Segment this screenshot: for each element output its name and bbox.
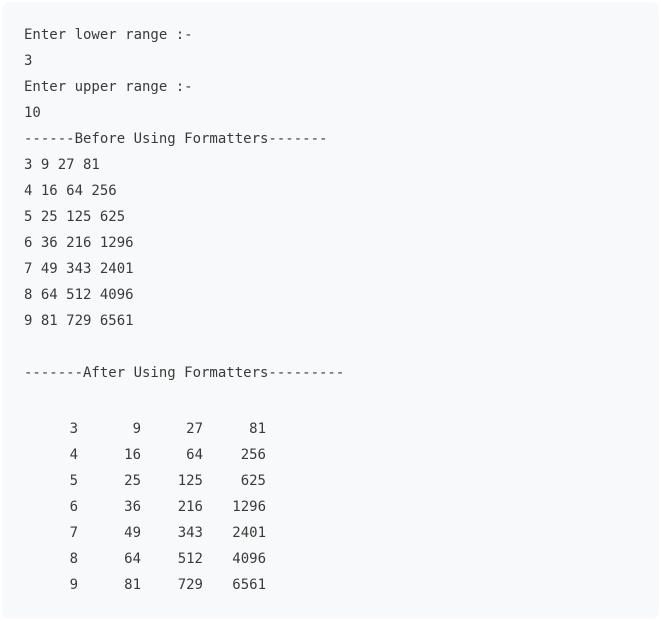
cell-cube: 512 bbox=[177, 551, 203, 567]
after-row: 5 25 125 625 bbox=[24, 468, 659, 494]
cell-n: 3 bbox=[69, 421, 78, 437]
cell-cube: 343 bbox=[177, 525, 203, 541]
cell-square: 16 bbox=[124, 447, 141, 463]
lower-range-value: 3 bbox=[24, 53, 33, 69]
before-row: 3 9 27 81 bbox=[24, 157, 100, 173]
cell-fourth-power: 2401 bbox=[232, 525, 266, 541]
cell-n: 6 bbox=[69, 499, 78, 515]
after-row: 6 36 216 1296 bbox=[24, 494, 659, 520]
before-row: 5 25 125 625 bbox=[24, 209, 126, 225]
cell-cube: 27 bbox=[186, 421, 203, 437]
prompt-upper-range: Enter upper range :- bbox=[24, 79, 193, 95]
prompt-lower-range: Enter lower range :- bbox=[24, 27, 193, 43]
console-output-block: Enter lower range :- 3 Enter upper range… bbox=[2, 2, 659, 619]
cell-fourth-power: 256 bbox=[240, 447, 266, 463]
cell-square: 25 bbox=[124, 473, 141, 489]
before-row: 7 49 343 2401 bbox=[24, 261, 134, 277]
after-row: 9 81 729 6561 bbox=[24, 572, 659, 598]
cell-fourth-power: 1296 bbox=[232, 499, 266, 515]
cell-square: 36 bbox=[124, 499, 141, 515]
cell-n: 5 bbox=[69, 473, 78, 489]
cell-square: 64 bbox=[124, 551, 141, 567]
cell-n: 8 bbox=[69, 551, 78, 567]
cell-cube: 216 bbox=[177, 499, 203, 515]
cell-square: 9 bbox=[132, 421, 141, 437]
before-row: 6 36 216 1296 bbox=[24, 235, 134, 251]
cell-cube: 125 bbox=[177, 473, 203, 489]
after-row: 7 49 343 2401 bbox=[24, 520, 659, 546]
cell-fourth-power: 4096 bbox=[232, 551, 266, 567]
cell-fourth-power: 6561 bbox=[232, 577, 266, 593]
before-formatters-header: ------Before Using Formatters------- bbox=[24, 131, 328, 147]
cell-n: 7 bbox=[69, 525, 78, 541]
cell-fourth-power: 81 bbox=[249, 421, 266, 437]
cell-n: 4 bbox=[69, 447, 78, 463]
cell-cube: 729 bbox=[177, 577, 203, 593]
before-row: 9 81 729 6561 bbox=[24, 313, 134, 329]
after-row: 8 64 512 4096 bbox=[24, 546, 659, 572]
cell-fourth-power: 625 bbox=[240, 473, 266, 489]
after-row: 3 9 27 81 bbox=[24, 416, 659, 442]
after-row: 4 16 64 256 bbox=[24, 442, 659, 468]
before-row: 8 64 512 4096 bbox=[24, 287, 134, 303]
upper-range-value: 10 bbox=[24, 105, 41, 121]
cell-square: 81 bbox=[124, 577, 141, 593]
after-formatters-header: -------After Using Formatters--------- bbox=[24, 365, 345, 381]
cell-square: 49 bbox=[124, 525, 141, 541]
cell-cube: 64 bbox=[186, 447, 203, 463]
cell-n: 9 bbox=[69, 577, 78, 593]
before-row: 4 16 64 256 bbox=[24, 183, 117, 199]
